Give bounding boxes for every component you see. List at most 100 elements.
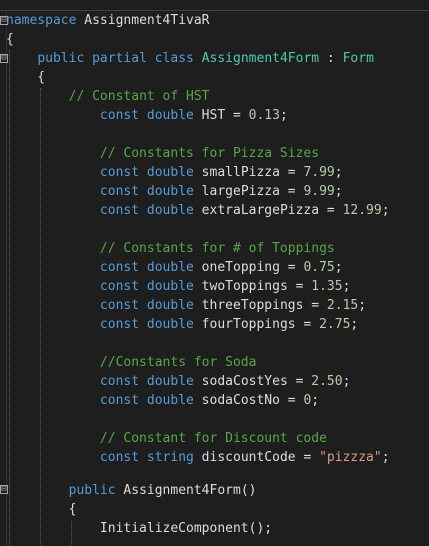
- number: 2.75: [319, 317, 351, 332]
- semicolon: ;: [279, 108, 288, 123]
- identifier: InitializeComponent();: [6, 521, 273, 536]
- keyword: double: [146, 279, 194, 294]
- brace: {: [6, 502, 77, 517]
- keyword: const: [99, 165, 140, 180]
- code-line: // Constants for Pizza Sizes: [6, 144, 319, 163]
- identifier: smallPizza =: [193, 165, 304, 180]
- comment: // Constant of HST: [68, 89, 210, 104]
- code-line: public Assignment4Form(): [6, 481, 257, 500]
- identifier: fourToppings =: [193, 317, 320, 332]
- keyword: const: [99, 203, 140, 218]
- base-class-name: Form: [342, 51, 374, 66]
- code-line: const double twoToppings = 1.35;: [6, 277, 350, 296]
- code-line: const double smallPizza = 7.99;: [6, 163, 343, 182]
- keyword: double: [146, 165, 194, 180]
- keyword: double: [146, 203, 194, 218]
- code-line: {: [6, 30, 14, 49]
- code-line: const double largePizza = 9.99;: [6, 182, 343, 201]
- code-line: const double threeToppings = 2.15;: [6, 296, 366, 315]
- identifier: Assignment4TivaR: [76, 13, 210, 28]
- keyword: double: [146, 298, 194, 313]
- identifier: twoToppings =: [193, 279, 312, 294]
- code-line: // Constants for # of Toppings: [6, 239, 335, 258]
- code-line: // Constant for Discount code: [6, 429, 327, 448]
- keyword: double: [146, 184, 194, 199]
- code-line: const double extraLargePizza = 12.99;: [6, 201, 390, 220]
- keyword: double: [146, 260, 194, 275]
- keyword: double: [146, 393, 194, 408]
- code-line: const double HST = 0.13;: [6, 106, 288, 125]
- keyword: const: [99, 298, 140, 313]
- comment: //Constants for Soda: [99, 355, 257, 370]
- identifier: oneTopping =: [193, 260, 304, 275]
- keyword: const: [99, 317, 140, 332]
- keyword: double: [146, 108, 194, 123]
- semicolon: ;: [342, 279, 351, 294]
- identifier: largePizza =: [193, 184, 304, 199]
- number: 0.13: [248, 108, 280, 123]
- keyword: const: [99, 108, 140, 123]
- keyword: double: [146, 317, 194, 332]
- code-line: public partial class Assignment4Form : F…: [6, 49, 374, 68]
- code-line: const double fourToppings = 2.75;: [6, 315, 358, 334]
- number: 2.15: [326, 298, 359, 313]
- code-line: const double oneTopping = 0.75;: [6, 258, 343, 277]
- semicolon: ;: [381, 450, 390, 465]
- semicolon: ;: [334, 165, 343, 180]
- semicolon: ;: [334, 184, 343, 199]
- identifier: HST =: [193, 108, 249, 123]
- keyword: const: [99, 374, 140, 389]
- keyword: const: [99, 393, 140, 408]
- number: 9.99: [303, 184, 335, 199]
- keyword: const: [99, 184, 140, 199]
- comment: // Constant for Discount code: [99, 431, 327, 446]
- comment: // Constants for # of Toppings: [99, 241, 335, 256]
- keyword: string: [146, 450, 194, 465]
- semicolon: ;: [334, 260, 343, 275]
- brace: {: [6, 32, 14, 47]
- identifier: sodaCostYes =: [193, 374, 312, 389]
- code-line: {: [6, 68, 45, 87]
- semicolon: ;: [358, 298, 367, 313]
- semicolon: ;: [342, 374, 351, 389]
- number: 1.35: [311, 279, 343, 294]
- code-editor[interactable]: ⊟ ⊟ ⊟ namespace Assignment4TivaR { publi…: [0, 0, 429, 546]
- keyword: const: [99, 450, 140, 465]
- number: 12.99: [342, 203, 382, 218]
- keyword: const: [99, 260, 140, 275]
- code-line: const double sodaCostNo = 0;: [6, 391, 319, 410]
- code-line: const double sodaCostYes = 2.50;: [6, 372, 350, 391]
- string-literal: "pizzza": [319, 450, 382, 465]
- code-line: InitializeComponent();: [6, 519, 272, 538]
- code-line: const string discountCode = "pizzza";: [6, 448, 390, 467]
- code-line: // Constant of HST: [6, 87, 210, 106]
- identifier: discountCode =: [193, 450, 320, 465]
- semicolon: ;: [381, 203, 390, 218]
- semicolon: ;: [350, 317, 359, 332]
- semicolon: ;: [311, 393, 320, 408]
- keyword: namespace: [6, 13, 77, 28]
- code-line: namespace Assignment4TivaR: [6, 11, 210, 30]
